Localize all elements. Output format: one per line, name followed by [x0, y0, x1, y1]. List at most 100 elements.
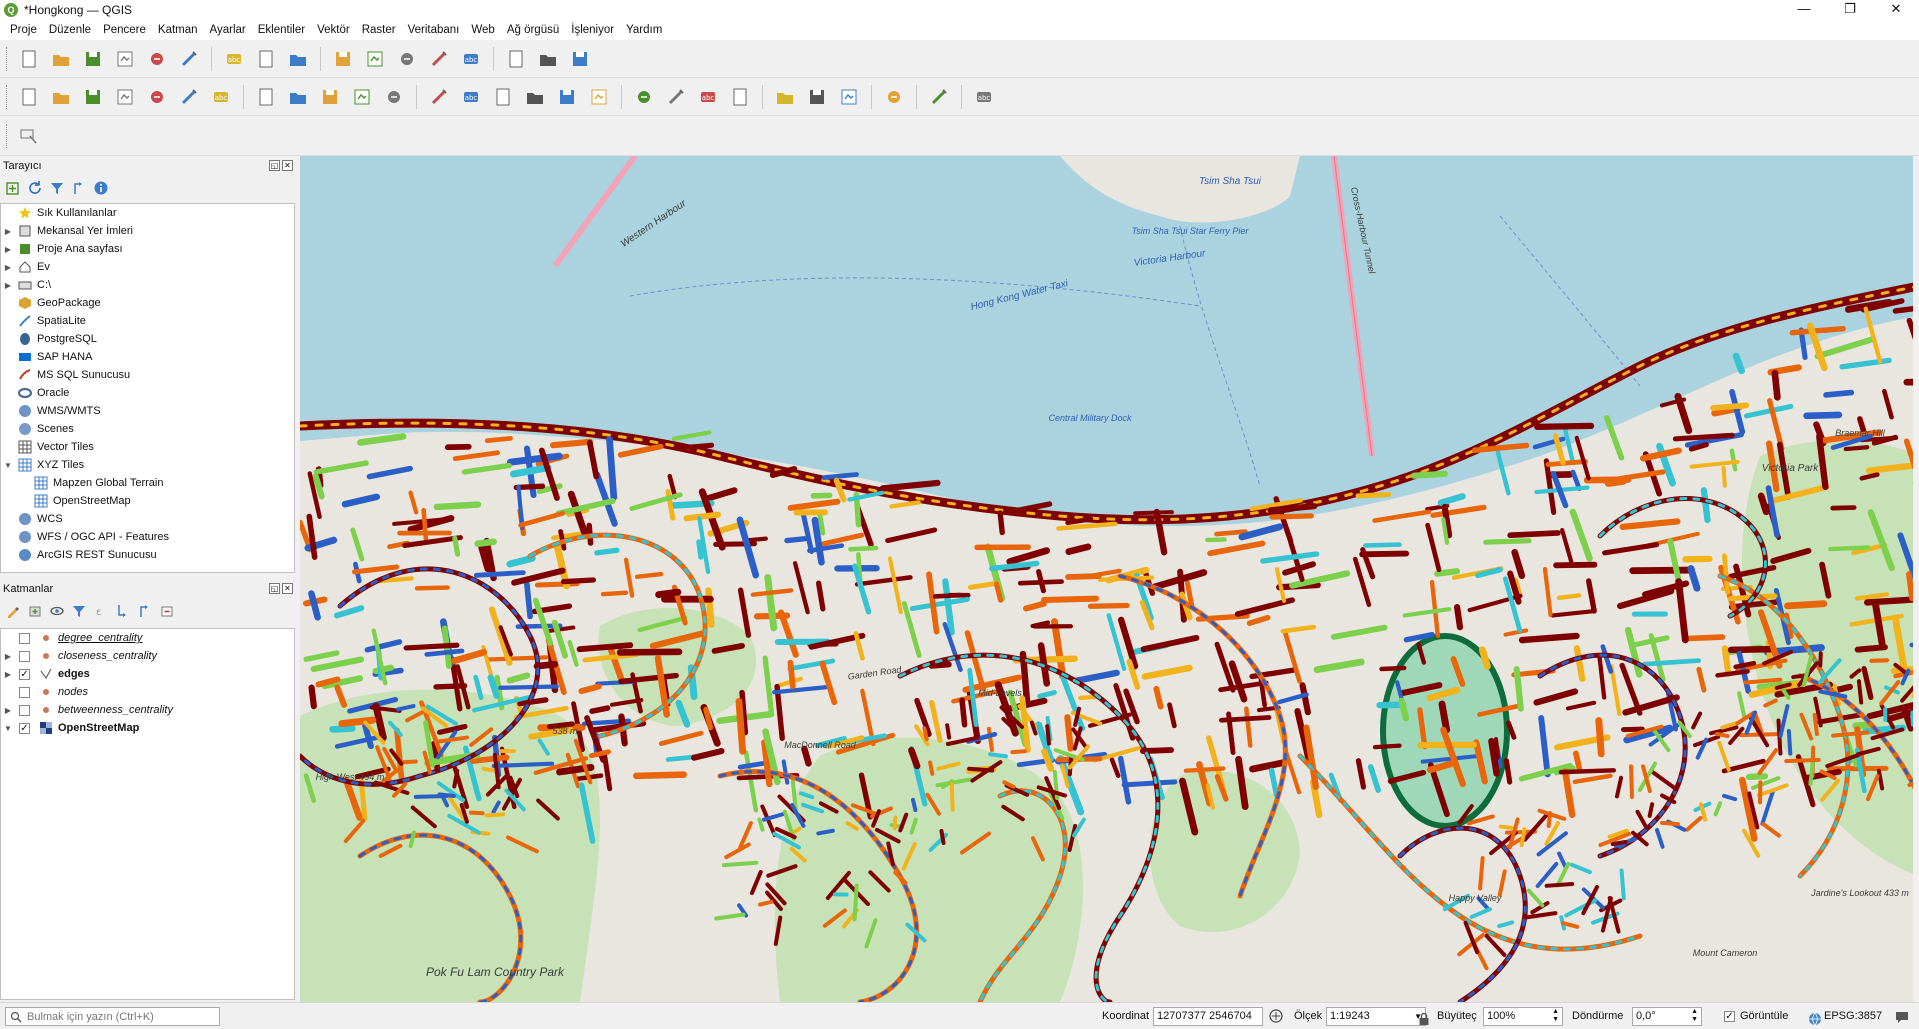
browser-item[interactable]: SAP HANA — [1, 348, 294, 366]
chevron-right-icon[interactable]: ▶ — [3, 227, 13, 236]
layer-item[interactable]: ▶ ✓ edges — [1, 665, 294, 683]
attribute-table-icon[interactable] — [362, 46, 388, 72]
browser-item[interactable]: OpenStreetMap — [1, 492, 294, 510]
chevron-right-icon[interactable]: ▶ — [3, 245, 13, 254]
menu-raster[interactable]: Raster — [356, 24, 402, 36]
delete-icon[interactable] — [426, 84, 452, 110]
remove-layer-icon[interactable] — [158, 602, 176, 620]
chevron-right-icon[interactable]: ▶ — [3, 263, 13, 272]
chevron-right-icon[interactable]: ▶ — [3, 652, 13, 661]
collapse-all-icon[interactable] — [136, 602, 154, 620]
browser-item[interactable]: WFS / OGC API - Features — [1, 528, 294, 546]
float-panel-button[interactable]: ◱ — [269, 583, 280, 594]
layer-visibility-checkbox[interactable] — [19, 632, 30, 644]
info-icon[interactable] — [92, 179, 110, 197]
menu-veritabanı[interactable]: Veritabanı — [402, 24, 466, 36]
expand-all-icon[interactable] — [114, 602, 132, 620]
label-pin-icon[interactable]: abc — [695, 84, 721, 110]
chevron-down-icon[interactable]: ▼ — [3, 724, 13, 733]
map-canvas[interactable]: Hong Kong Water Taxi Victoria Harbour Tsim… — [300, 156, 1919, 1002]
layer-item[interactable]: ▶ betweenness_centrality — [1, 701, 294, 719]
open-field-calculator-icon[interactable]: abc — [458, 46, 484, 72]
close-panel-button[interactable]: ✕ — [282, 583, 293, 594]
layer-visibility-checkbox[interactable] — [19, 704, 30, 716]
identify-icon[interactable] — [330, 46, 356, 72]
label-change-icon[interactable] — [836, 84, 862, 110]
vertex-tool-icon[interactable] — [381, 84, 407, 110]
statistics-icon[interactable] — [426, 46, 452, 72]
toolbar-grip[interactable] — [6, 123, 9, 148]
layer-visibility-checkbox[interactable]: ✓ — [19, 722, 30, 734]
new-project-icon[interactable] — [16, 46, 42, 72]
browser-item[interactable]: ▶ Mekansal Yer İmleri — [1, 222, 294, 240]
menu-katman[interactable]: Katman — [152, 24, 204, 36]
python-console-icon[interactable] — [926, 84, 952, 110]
paste-icon[interactable] — [522, 84, 548, 110]
browser-item[interactable]: ArcGIS REST Sunucusu — [1, 546, 294, 564]
label-move-icon[interactable] — [772, 84, 798, 110]
network-analysis-icon[interactable] — [881, 84, 907, 110]
style-manager-icon[interactable] — [176, 46, 202, 72]
crs-label[interactable]: EPSG:3857 — [1824, 1003, 1882, 1029]
lock-icon[interactable] — [1418, 1010, 1430, 1025]
browser-item[interactable]: ▶ Ev — [1, 258, 294, 276]
add-geopackage-icon[interactable] — [48, 84, 74, 110]
add-wms-icon[interactable] — [144, 84, 170, 110]
copy-icon[interactable] — [490, 84, 516, 110]
layer-visibility-checkbox[interactable] — [19, 650, 30, 662]
layer-visibility-checkbox[interactable]: ✓ — [19, 668, 30, 680]
menu-yardım[interactable]: Yardım — [620, 24, 668, 36]
menu-vektör[interactable]: Vektör — [311, 24, 356, 36]
close-panel-button[interactable]: ✕ — [282, 160, 293, 171]
label-highlight-icon[interactable] — [727, 84, 753, 110]
browser-item[interactable]: ▶ Proje Ana sayfası — [1, 240, 294, 258]
menu-ayarlar[interactable]: Ayarlar — [204, 24, 252, 36]
annotation-tool-icon[interactable] — [16, 123, 42, 149]
diagram-icon[interactable] — [663, 84, 689, 110]
menu-ağ-örgüsü[interactable]: Ağ örgüsü — [501, 24, 565, 36]
toggle-extents-icon[interactable] — [1268, 1008, 1284, 1026]
label-rotate-icon[interactable] — [804, 84, 830, 110]
processing-toolbox-icon[interactable] — [394, 46, 420, 72]
new-print-layout-icon[interactable] — [112, 46, 138, 72]
move-feature-icon[interactable] — [349, 84, 375, 110]
browser-item[interactable]: Vector Tiles — [1, 438, 294, 456]
browser-item[interactable]: ▼ XYZ Tiles — [1, 456, 294, 474]
help-icon[interactable]: abc — [971, 84, 997, 110]
browser-item[interactable]: SpatiaLite — [1, 312, 294, 330]
chevron-down-icon[interactable]: ▼ — [3, 461, 13, 470]
browser-item[interactable]: Scenes — [1, 420, 294, 438]
edit-pencil-icon[interactable] — [253, 84, 279, 110]
label-abc-icon[interactable] — [631, 84, 657, 110]
cut-icon[interactable]: abc — [458, 84, 484, 110]
render-checkbox[interactable]: ✓ — [1724, 1011, 1735, 1022]
deselect-icon[interactable] — [285, 46, 311, 72]
browser-item[interactable]: MS SQL Sunucusu — [1, 366, 294, 384]
menu-web[interactable]: Web — [465, 24, 500, 36]
toolbar-grip[interactable] — [6, 84, 9, 109]
refresh-icon[interactable] — [26, 179, 44, 197]
browser-item[interactable]: Sık Kullanılanlar — [1, 204, 294, 222]
browser-item[interactable]: PostgreSQL — [1, 330, 294, 348]
map-tips-icon[interactable] — [535, 46, 561, 72]
menu-düzenle[interactable]: Düzenle — [43, 24, 97, 36]
map-rendering[interactable]: Hong Kong Water TaxiVictoria HarbourTsim… — [300, 156, 1919, 1002]
locator-search-input[interactable]: Bulmak için yazın (Ctrl+K) — [5, 1007, 220, 1026]
filter-expression-icon[interactable]: ε — [92, 602, 110, 620]
scale-combobox[interactable]: 1:19243 ▼ — [1326, 1007, 1426, 1026]
browser-item[interactable]: GeoPackage — [1, 294, 294, 312]
layer-item[interactable]: ▶ closeness_centrality — [1, 647, 294, 665]
crs-icon[interactable] — [1808, 1010, 1822, 1026]
chevron-right-icon[interactable]: ▶ — [3, 706, 13, 715]
save-project-icon[interactable] — [80, 46, 106, 72]
chevron-right-icon[interactable]: ▶ — [3, 281, 13, 290]
messages-icon[interactable] — [1894, 1009, 1910, 1025]
layout-manager-icon[interactable] — [144, 46, 170, 72]
layer-item[interactable]: degree_centrality — [1, 629, 294, 647]
browser-item[interactable]: Mapzen Global Terrain — [1, 474, 294, 492]
add-data-source-icon[interactable] — [16, 84, 42, 110]
layer-styling-icon[interactable] — [4, 602, 22, 620]
menu-pencere[interactable]: Pencere — [97, 24, 152, 36]
select-features-icon[interactable]: abc — [221, 46, 247, 72]
digitize-icon[interactable] — [112, 84, 138, 110]
